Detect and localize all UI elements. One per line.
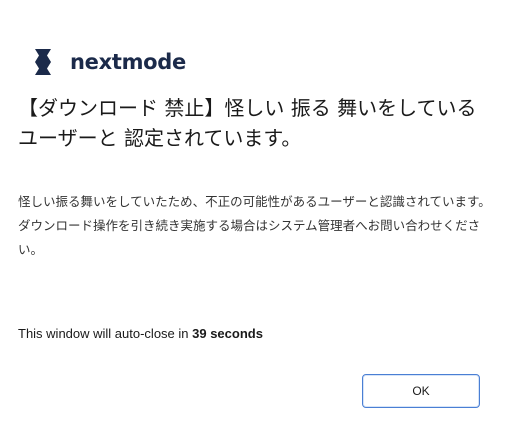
headline-line-2: ユーザーと 認定されています。 <box>18 126 302 150</box>
message-paragraph-2: ダウンロード操作を引き続き実施する場合はシステム管理者へお問い合わせください。 <box>18 218 481 257</box>
countdown-prefix: This window will auto-close in <box>18 326 193 341</box>
headline-line-1: 【ダウンロード 禁止】怪しい 振る 舞いをしている <box>18 96 477 120</box>
download-blocked-dialog: nextmode 【ダウンロード 禁止】怪しい 振る 舞いをしている ユーザーと… <box>0 0 514 424</box>
brand-name: nextmode <box>70 50 186 74</box>
auto-close-countdown: This window will auto-close in 39 second… <box>18 326 263 341</box>
countdown-seconds-value: 39 <box>192 326 207 341</box>
brand-logo: nextmode <box>34 46 186 78</box>
dialog-headline: 【ダウンロード 禁止】怪しい 振る 舞いをしている ユーザーと 認定されています… <box>18 93 498 153</box>
countdown-suffix: seconds <box>206 326 263 341</box>
message-paragraph-1: 怪しい振る舞いをしていたため、不正の可能性があるユーザーと認識されています。 <box>18 194 491 209</box>
nextmode-x-logo-icon <box>35 49 51 75</box>
ok-button[interactable]: OK <box>362 374 480 408</box>
dialog-message: 怪しい振る舞いをしていたため、不正の可能性があるユーザーと認識されています。 ダ… <box>18 190 502 262</box>
